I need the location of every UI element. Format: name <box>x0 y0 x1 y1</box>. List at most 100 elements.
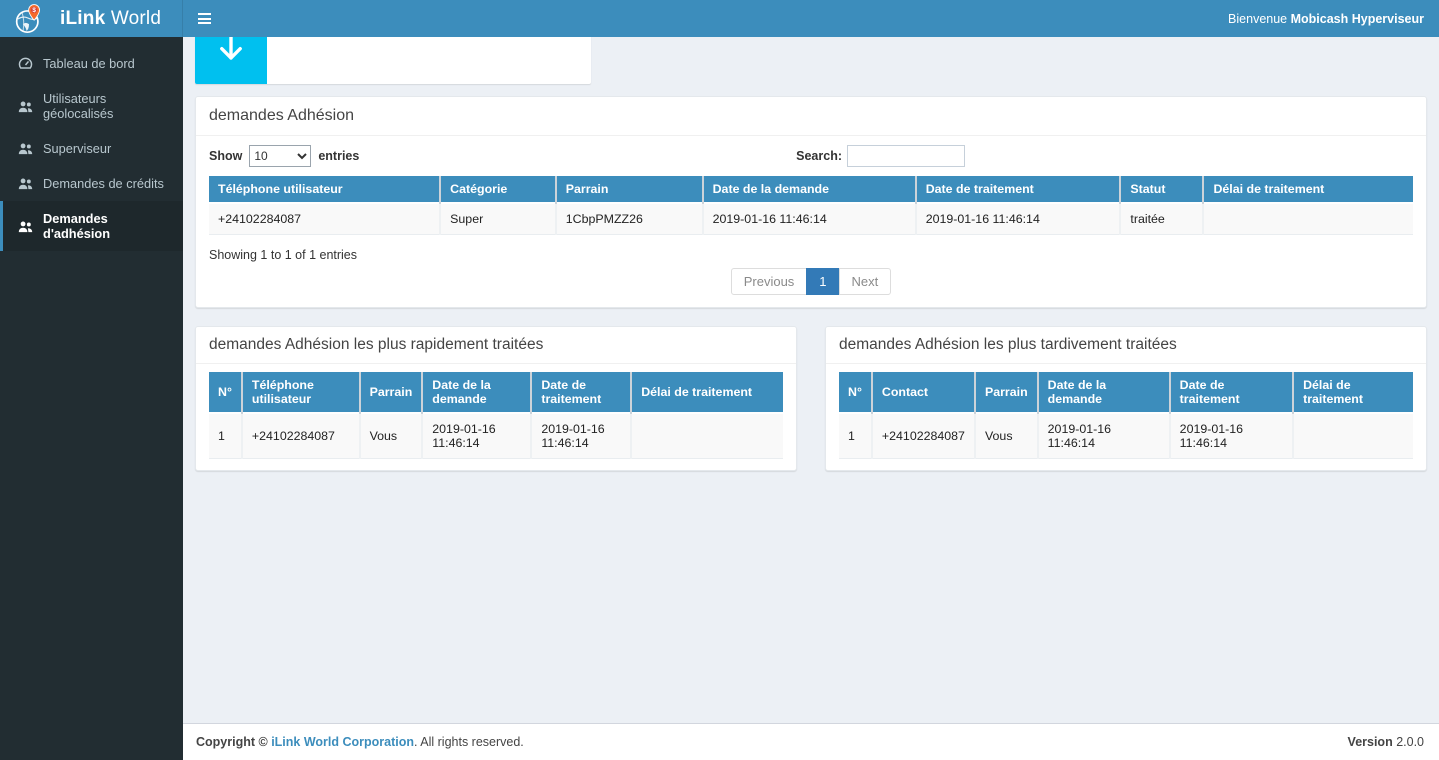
sidebar-item-label: Superviseur <box>43 141 111 156</box>
cell-categorie: Super <box>440 203 556 235</box>
panel-title: demandes Adhésion les plus rapidement tr… <box>209 336 543 353</box>
panel-body: N° Contact Parrain Date de la demande Da… <box>826 364 1426 470</box>
cell-parrain: 1CbpPMZZ26 <box>556 203 703 235</box>
panel-rapidement-traitees: demandes Adhésion les plus rapidement tr… <box>195 326 797 471</box>
sidebar: Tableau de bord Utilisateurs géolocalisé… <box>0 37 183 760</box>
sidebar-item-label: Demandes de crédits <box>43 176 164 191</box>
cell-parrain: Vous <box>975 413 1038 459</box>
globe-pin-logo-icon: $ <box>12 2 46 36</box>
cell-date-demande: 2019-01-16 11:46:14 <box>703 203 916 235</box>
column-header-date-demande[interactable]: Date de la demande <box>703 176 916 203</box>
rapidement-traitees-table: N° Téléphone utilisateur Parrain Date de… <box>209 372 783 459</box>
cell-date-traitement: 2019-01-16 11:46:14 <box>916 203 1121 235</box>
users-icon <box>18 142 35 155</box>
users-icon <box>18 177 35 190</box>
pagination-next-button[interactable]: Next <box>839 268 892 295</box>
cell-contact: +24102284087 <box>872 413 975 459</box>
panel-title: demandes Adhésion les plus tardivement t… <box>839 336 1177 353</box>
column-header-date-traitement: Date de traitement <box>531 372 631 413</box>
column-header-delai: Délai de traitement <box>1293 372 1413 413</box>
app-title-light: World <box>105 8 161 29</box>
cell-date-demande: 2019-01-16 11:46:14 <box>422 413 531 459</box>
table-row[interactable]: 1 +24102284087 Vous 2019-01-16 11:46:14 … <box>839 413 1413 459</box>
column-header-telephone[interactable]: Téléphone utilisateur <box>209 176 440 203</box>
copyright-bold: Copyright © <box>196 735 271 749</box>
column-header-categorie[interactable]: Catégorie <box>440 176 556 203</box>
search-input[interactable] <box>847 145 965 167</box>
table-info-text: Showing 1 to 1 of 1 entries <box>209 248 1413 262</box>
sidebar-item-label: Demandes d'adhésion <box>43 211 169 241</box>
top-bar: $ iLink World Bienvenue Mobicash Hypervi… <box>0 0 1439 37</box>
users-icon <box>18 220 35 233</box>
table-header-row: Téléphone utilisateur Catégorie Parrain … <box>209 176 1413 203</box>
panel-header: demandes Adhésion les plus rapidement tr… <box>196 327 796 364</box>
column-header-date-traitement[interactable]: Date de traitement <box>916 176 1121 203</box>
sidebar-item-tableau-de-bord[interactable]: Tableau de bord <box>0 46 183 81</box>
panel-body: N° Téléphone utilisateur Parrain Date de… <box>196 364 796 470</box>
cell-telephone: +24102284087 <box>209 203 440 235</box>
brand-logo-area[interactable]: $ iLink World <box>0 0 183 37</box>
column-header-parrain: Parrain <box>975 372 1038 413</box>
column-header-date-traitement: Date de traitement <box>1170 372 1293 413</box>
panel-title: demandes Adhésion <box>209 107 354 124</box>
column-header-numero: N° <box>209 372 242 413</box>
app-title-bold: iLink <box>60 8 105 29</box>
navbar: Bienvenue Mobicash Hyperviseur <box>183 0 1439 37</box>
cell-statut: traitée <box>1120 203 1203 235</box>
column-header-delai[interactable]: Délai de traitement <box>1203 176 1413 203</box>
cell-date-demande: 2019-01-16 11:46:14 <box>1038 413 1170 459</box>
column-header-numero: N° <box>839 372 872 413</box>
search-label: Search: <box>796 149 842 163</box>
pagination: Previous 1 Next <box>209 268 1413 295</box>
column-header-statut[interactable]: Statut <box>1120 176 1203 203</box>
cell-parrain: Vous <box>360 413 423 459</box>
content-area: TEMPS MOYEN DE TRAITEMENT ENTRANT demand… <box>183 0 1439 686</box>
table-row[interactable]: +24102284087 Super 1CbpPMZZ26 2019-01-16… <box>209 203 1413 235</box>
svg-text:$: $ <box>32 7 36 14</box>
panel-demandes-adhesion: demandes Adhésion Show 10 entries Search… <box>195 96 1427 308</box>
copyright-text: Copyright © iLink World Corporation. All… <box>196 735 524 749</box>
page-length-label-before: Show <box>209 149 242 163</box>
welcome-text: Bienvenue Mobicash Hyperviseur <box>1228 12 1424 26</box>
version-value: 2.0.0 <box>1393 735 1424 749</box>
sidebar-menu: Tableau de bord Utilisateurs géolocalisé… <box>0 37 183 251</box>
company-link[interactable]: iLink World Corporation <box>271 735 414 749</box>
pagination-page-1-button[interactable]: 1 <box>806 268 839 295</box>
panel-header: demandes Adhésion les plus tardivement t… <box>826 327 1426 364</box>
panel-body: Show 10 entries Search: Téléphone utilis… <box>196 136 1426 307</box>
version-text: Version 2.0.0 <box>1348 735 1424 749</box>
welcome-prefix: Bienvenue <box>1228 12 1291 26</box>
column-header-date-demande: Date de la demande <box>422 372 531 413</box>
panel-tardivement-traitees: demandes Adhésion les plus tardivement t… <box>825 326 1427 471</box>
sidebar-toggle-icon[interactable] <box>186 0 222 37</box>
sidebar-item-superviseur[interactable]: Superviseur <box>0 131 183 166</box>
sidebar-item-label: Utilisateurs géolocalisés <box>43 91 169 121</box>
page-length-control: Show 10 entries <box>209 145 359 167</box>
cell-delai <box>1293 413 1413 459</box>
cell-numero: 1 <box>209 413 242 459</box>
column-header-parrain[interactable]: Parrain <box>556 176 703 203</box>
column-header-date-demande: Date de la demande <box>1038 372 1170 413</box>
cell-delai <box>1203 203 1413 235</box>
app-title: iLink World <box>60 8 161 30</box>
panel-header: demandes Adhésion <box>196 97 1426 136</box>
version-label: Version <box>1348 735 1393 749</box>
sidebar-item-utilisateurs-geolocalises[interactable]: Utilisateurs géolocalisés <box>0 81 183 131</box>
copyright-rest: . All rights reserved. <box>414 735 524 749</box>
sidebar-item-demandes-de-credits[interactable]: Demandes de crédits <box>0 166 183 201</box>
cell-date-traitement: 2019-01-16 11:46:14 <box>1170 413 1293 459</box>
column-header-delai: Délai de traitement <box>631 372 783 413</box>
table-header-row: N° Téléphone utilisateur Parrain Date de… <box>209 372 783 413</box>
users-icon <box>18 100 35 113</box>
footer: Copyright © iLink World Corporation. All… <box>183 723 1439 760</box>
table-header-row: N° Contact Parrain Date de la demande Da… <box>839 372 1413 413</box>
pagination-previous-button[interactable]: Previous <box>731 268 808 295</box>
page-length-label-after: entries <box>318 149 359 163</box>
cell-date-traitement: 2019-01-16 11:46:14 <box>531 413 631 459</box>
page-length-select[interactable]: 10 <box>249 145 311 167</box>
table-row[interactable]: 1 +24102284087 Vous 2019-01-16 11:46:14 … <box>209 413 783 459</box>
column-header-telephone: Téléphone utilisateur <box>242 372 360 413</box>
cell-telephone: +24102284087 <box>242 413 360 459</box>
sidebar-item-demandes-adhesion[interactable]: Demandes d'adhésion <box>0 201 183 251</box>
cell-delai <box>631 413 783 459</box>
